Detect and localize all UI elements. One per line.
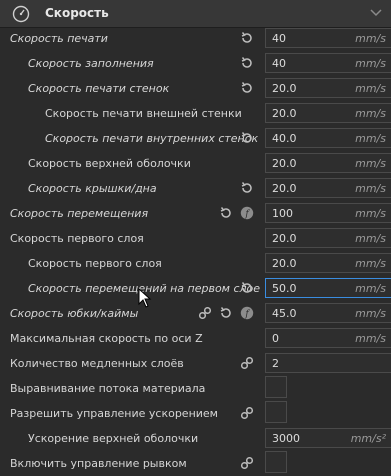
setting-row-initial-layer-speed: Скорость первого слоя 20.0 mm/s <box>0 226 391 251</box>
setting-label: Скорость перемещения <box>10 207 149 220</box>
setting-row-outer-wall-speed: Скорость печати внешней стенки 20.0 mm/s <box>0 101 391 126</box>
initial-layer-speed-input[interactable]: 20.0 mm/s <box>265 228 391 248</box>
setting-label: Скорость печати <box>10 32 108 45</box>
top-skin-acceleration-input[interactable]: 3000 mm/s² <box>265 428 391 448</box>
setting-label: Скорость первого слоя <box>10 232 144 245</box>
setting-label: Скорость заполнения <box>28 57 154 70</box>
setting-label: Включить управление рывком <box>10 457 187 470</box>
reset-icon[interactable] <box>240 31 254 45</box>
wall-speed-input[interactable]: 20.0 mm/s <box>265 78 391 98</box>
setting-row-top-bottom-speed: Скорость крышки/дна 20.0 mm/s <box>0 176 391 201</box>
chevron-down-icon[interactable] <box>370 8 382 18</box>
link-icon[interactable] <box>240 456 254 470</box>
initial-layer-print-speed-input[interactable]: 20.0 mm/s <box>265 253 391 273</box>
print-speed-input[interactable]: 40 mm/s <box>265 28 391 48</box>
reset-icon[interactable] <box>240 131 254 145</box>
setting-label: Скорость верхней оболочки <box>28 157 191 170</box>
setting-label: Разрешить управление ускорением <box>10 407 218 420</box>
speed-gauge-icon <box>12 5 30 23</box>
reset-icon[interactable] <box>219 206 233 220</box>
link-icon[interactable] <box>240 406 254 420</box>
flow-equalization-checkbox[interactable] <box>265 376 287 398</box>
reset-icon[interactable] <box>240 281 254 295</box>
reset-icon[interactable] <box>240 56 254 70</box>
setting-row-initial-layer-travel-speed: Скорость перемещений на первом слое 50.0… <box>0 276 391 301</box>
outer-wall-speed-input[interactable]: 20.0 mm/s <box>265 103 391 123</box>
setting-row-jerk-enabled: Включить управление рывком <box>0 451 391 476</box>
slow-layers-input[interactable]: 2 <box>265 353 391 373</box>
section-header-speed[interactable]: Скорость <box>0 0 391 28</box>
setting-label: Максимальная скорость по оси Z <box>10 332 203 345</box>
setting-label: Скорость печати стенок <box>28 82 170 95</box>
setting-label: Ускорение верхней оболочки <box>28 432 199 445</box>
setting-row-flow-equalization: Выравнивание потока материала <box>0 376 391 401</box>
skirt-brim-speed-input[interactable]: 45.0 mm/s <box>265 303 391 323</box>
section-title: Скорость <box>45 6 109 20</box>
initial-layer-travel-speed-input[interactable]: 50.0 mm/s <box>265 278 391 298</box>
setting-row-top-skin-acceleration: Ускорение верхней оболочки 3000 mm/s² <box>0 426 391 451</box>
travel-speed-input[interactable]: 100 mm/s <box>265 203 391 223</box>
setting-label: Выравнивание потока материала <box>10 382 206 395</box>
function-icon[interactable]: f <box>240 206 254 220</box>
max-z-speed-input[interactable]: 0 mm/s <box>265 328 391 348</box>
setting-row-max-z-speed: Максимальная скорость по оси Z 0 mm/s <box>0 326 391 351</box>
setting-label: Скорость юбки/каймы <box>10 307 139 320</box>
setting-row-slow-layers: Количество медленных слоёв 2 <box>0 351 391 376</box>
setting-label: Скорость первого слоя <box>28 257 162 270</box>
setting-row-skirt-brim-speed: Скорость юбки/каймы f 45.0 mm/s <box>0 301 391 326</box>
top-skin-speed-input[interactable]: 20.0 mm/s <box>265 153 391 173</box>
reset-icon[interactable] <box>240 81 254 95</box>
setting-row-inner-wall-speed: Скорость печати внутренних стенок 40.0 mm… <box>0 126 391 151</box>
setting-row-travel-speed: Скорость перемещения f 100 mm/s <box>0 201 391 226</box>
setting-row-initial-layer-print-speed: Скорость первого слоя 20.0 mm/s <box>0 251 391 276</box>
setting-label: Скорость печати внутренних стенок <box>45 132 259 145</box>
reset-icon[interactable] <box>240 181 254 195</box>
setting-row-top-skin-speed: Скорость верхней оболочки 20.0 mm/s <box>0 151 391 176</box>
setting-row-infill-speed: Скорость заполнения 40 mm/s <box>0 51 391 76</box>
setting-row-acceleration-enabled: Разрешить управление ускорением <box>0 401 391 426</box>
link-icon[interactable] <box>240 356 254 370</box>
inner-wall-speed-input[interactable]: 40.0 mm/s <box>265 128 391 148</box>
top-bottom-speed-input[interactable]: 20.0 mm/s <box>265 178 391 198</box>
acceleration-enabled-checkbox[interactable] <box>265 401 287 423</box>
mouse-cursor-icon <box>138 288 152 308</box>
reset-icon[interactable] <box>219 306 233 320</box>
setting-row-wall-speed: Скорость печати стенок 20.0 mm/s <box>0 76 391 101</box>
link-icon[interactable] <box>198 306 212 320</box>
setting-label: Скорость печати внешней стенки <box>45 107 242 120</box>
infill-speed-input[interactable]: 40 mm/s <box>265 53 391 73</box>
function-icon[interactable]: f <box>240 306 254 320</box>
setting-label: Скорость крышки/дна <box>28 182 157 195</box>
setting-label: Количество медленных слоёв <box>10 357 184 370</box>
setting-row-print-speed: Скорость печати 40 mm/s <box>0 26 391 51</box>
